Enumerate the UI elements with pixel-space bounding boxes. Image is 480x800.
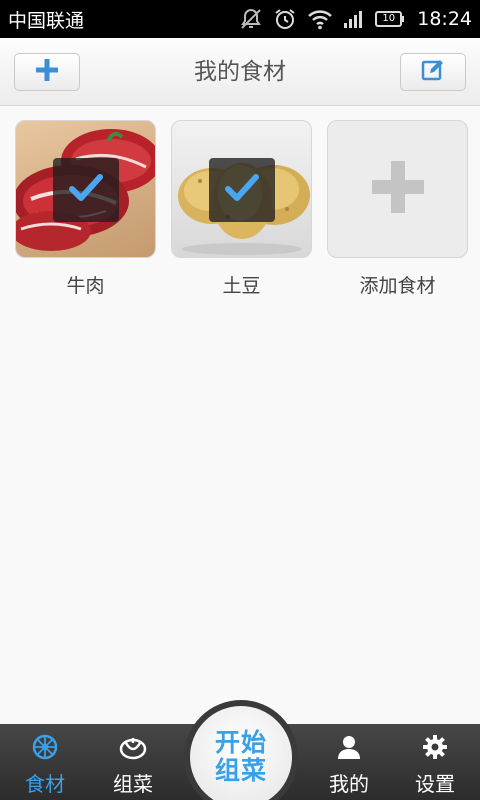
combo-icon — [119, 734, 147, 764]
add-ingredient-label: 添加食材 — [359, 275, 436, 297]
nav-me-label: 我的 — [329, 772, 369, 796]
nav-food-label: 食材 — [25, 772, 65, 796]
food-icon — [32, 734, 58, 764]
ingredient-label: 土豆 — [222, 275, 261, 297]
nav-combo-label: 组菜 — [113, 772, 153, 796]
notifications-off-icon — [239, 7, 263, 31]
clock: 18:24 — [417, 8, 472, 30]
ingredient-tile-beef[interactable]: 牛肉 — [15, 120, 156, 298]
ingredient-tile-potato[interactable]: 土豆 — [171, 120, 312, 298]
battery-icon: 10 — [375, 10, 405, 28]
battery-level: 10 — [382, 13, 396, 24]
nav-settings-label: 设置 — [415, 772, 455, 796]
checkmark-icon — [69, 173, 103, 207]
alarm-icon — [273, 7, 297, 31]
edit-icon — [421, 58, 445, 86]
wifi-icon — [307, 8, 333, 30]
nav-settings[interactable]: 设置 — [390, 724, 480, 800]
start-button-line2: 组菜 — [214, 756, 267, 785]
nav-me[interactable]: 我的 — [304, 724, 394, 800]
signal-icon — [343, 9, 365, 29]
checkmark-icon — [225, 173, 259, 207]
plus-icon — [370, 159, 426, 219]
nav-food[interactable]: 食材 — [0, 724, 90, 800]
selected-overlay — [53, 158, 119, 222]
potato-photo — [171, 120, 312, 258]
selected-overlay — [209, 158, 275, 222]
add-ingredient-tile[interactable]: 添加食材 — [327, 120, 468, 298]
beef-photo — [15, 120, 156, 258]
header-bar: 我的食材 — [0, 38, 480, 106]
start-button-line1: 开始 — [214, 728, 267, 757]
carrier-name: 中国联通 — [8, 9, 85, 32]
user-icon — [337, 734, 361, 764]
status-bar: 中国联通 10 18:24 — [0, 0, 480, 38]
ingredient-label: 牛肉 — [66, 275, 105, 297]
edit-button[interactable] — [400, 53, 466, 91]
add-ingredient-thumb — [327, 120, 468, 258]
start-combo-button[interactable]: 开始 组菜 — [190, 706, 292, 800]
gear-icon — [422, 734, 448, 764]
ingredient-grid: 牛肉 土豆 添加食材 — [15, 120, 468, 298]
nav-combo[interactable]: 组菜 — [88, 724, 178, 800]
